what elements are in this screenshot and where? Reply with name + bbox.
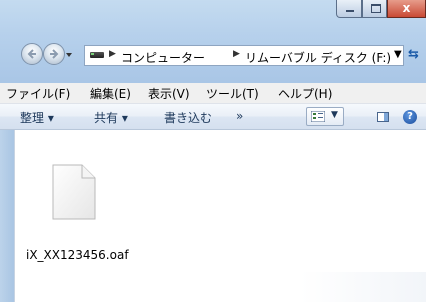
blank-document-icon [52,164,96,220]
breadcrumb-computer[interactable]: コンピューター [121,49,205,66]
refresh-icon[interactable]: ⇆ [408,47,426,65]
file-item[interactable]: iX_XX123456.oaf [26,158,146,268]
help-icon[interactable]: ? [403,110,417,124]
drive-icon [90,52,104,58]
menu-help[interactable]: ヘルプ(H) [278,85,332,102]
chevron-down-icon: ▼ [331,110,338,120]
forward-button[interactable] [43,43,65,65]
back-button[interactable] [21,43,43,65]
breadcrumb-separator-icon[interactable]: ▶ [109,49,116,59]
minimize-button[interactable] [336,0,362,18]
recent-pages-dropdown-icon[interactable] [66,52,72,58]
status-shade [300,272,426,302]
explorer-window: x ▶ コンピューター ▶ リムーバブル ディスク (F:) ▼ ⇆ ファイル(… [0,0,426,302]
breadcrumb-removable-disk[interactable]: リムーバブル ディスク (F:) [245,49,391,66]
arrow-left-icon [27,49,36,59]
change-view-button[interactable]: ▼ [306,107,344,126]
burn-button[interactable]: 書き込む [164,109,212,126]
arrow-right-icon [50,49,59,59]
close-icon: x [402,1,411,15]
menubar: ファイル(F) 編集(E) 表示(V) ツール(T) ヘルプ(H) [0,83,426,104]
menu-edit[interactable]: 編集(E) [90,85,131,102]
preview-pane-icon[interactable] [377,112,389,122]
share-button[interactable]: 共有 ▾ [94,109,128,126]
close-button[interactable]: x [387,0,426,18]
organize-button[interactable]: 整理 ▾ [20,109,54,126]
breadcrumb-separator-icon[interactable]: ▶ [233,49,240,59]
view-options-icon [311,111,325,122]
file-name: iX_XX123456.oaf [26,248,129,262]
menu-tools[interactable]: ツール(T) [206,85,259,102]
address-bar[interactable]: ▶ コンピューター ▶ リムーバブル ディスク (F:) ▼ [84,45,404,66]
more-commands-button[interactable]: » [236,109,243,123]
menu-view[interactable]: 表示(V) [148,85,190,102]
menu-file[interactable]: ファイル(F) [6,85,70,102]
command-bar: 整理 ▾ 共有 ▾ 書き込む » ▼ ? [0,104,426,130]
window-left-border [0,130,14,302]
maximize-button[interactable] [362,0,387,18]
address-dropdown-icon[interactable]: ▼ [394,49,402,60]
